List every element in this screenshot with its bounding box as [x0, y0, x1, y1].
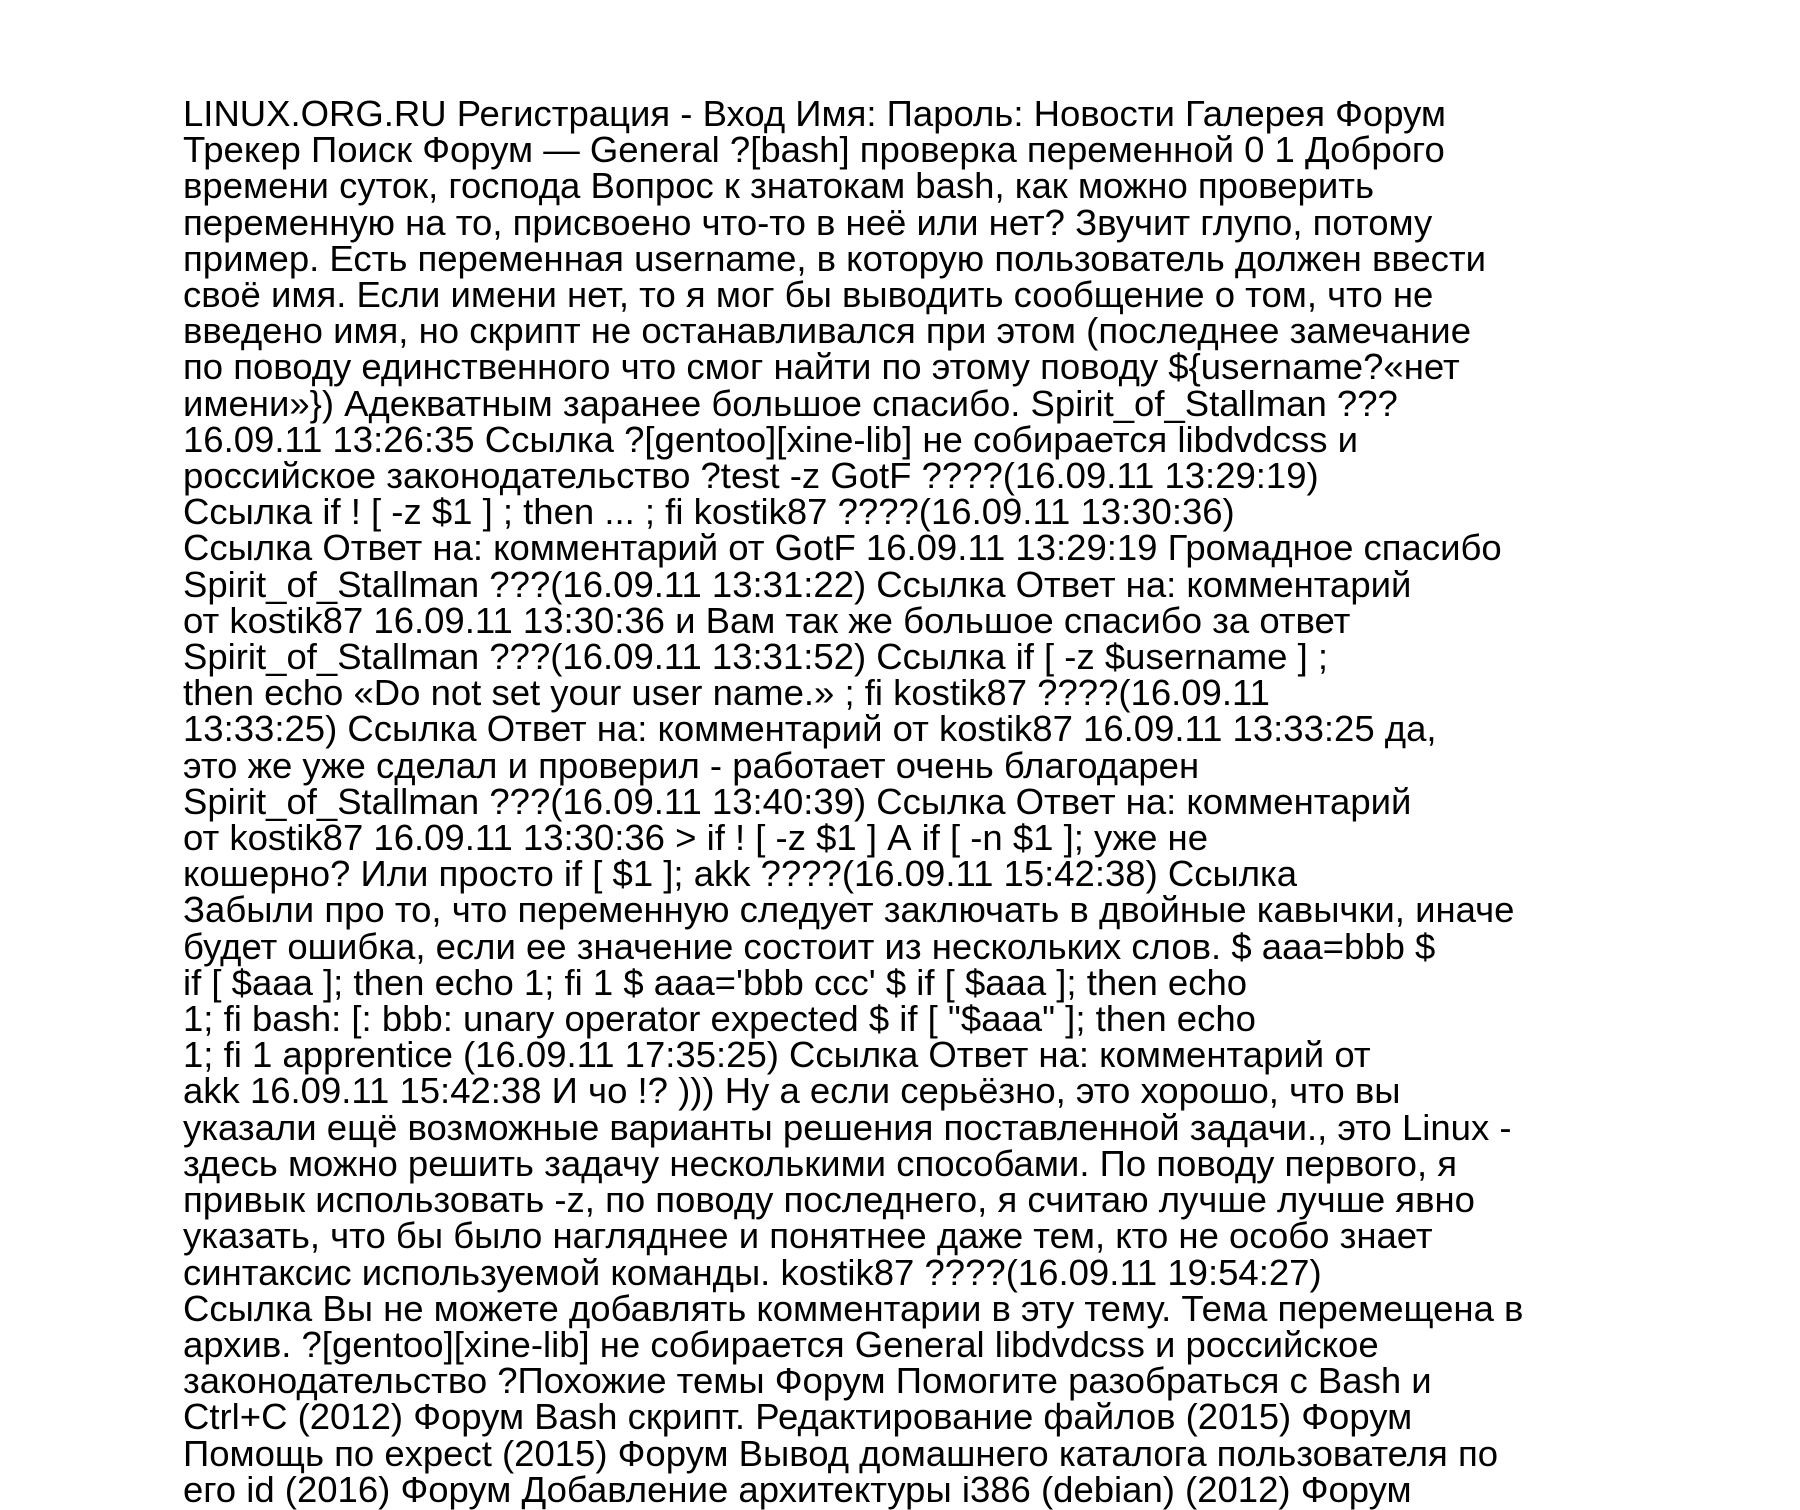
text-line: указать, что бы было нагляднее и понятне…	[183, 1215, 1433, 1257]
text-line: 1; fi 1 apprentice (16.09.11 17:35:25) С…	[183, 1034, 1371, 1076]
text-line: Помощь по expect (2015) Форум Вывод дома…	[183, 1432, 1499, 1474]
text-line: будет ошибка, если ее значение состоит и…	[183, 925, 1436, 967]
text-line: Забыли про то, что переменную следует за…	[183, 889, 1515, 931]
text-line: архив. ?[gentoo][xine-lib] не собирается…	[183, 1323, 1379, 1365]
text-line: Трекер Поиск Форум — General ?[bash] про…	[183, 129, 1445, 171]
text-line: российское законодательство ?test -z Got…	[183, 455, 1319, 497]
text-line: введено имя, но скрипт не останавливался…	[183, 310, 1471, 352]
text-line: имени»}) Адекватным заранее большое спас…	[183, 382, 1398, 424]
text-line: Ссылка if ! [ -z $1 ] ; then ... ; fi ko…	[183, 491, 1235, 533]
text-line: 1; fi bash: [: bbb: unary operator expec…	[183, 998, 1256, 1040]
text-line: Ctrl+C (2012) Форум Bash скрипт. Редакти…	[183, 1396, 1413, 1438]
text-line: кошерно? Или просто if [ $1 ]; akk ????(…	[183, 853, 1298, 895]
text-line: пример. Есть переменная username, в кото…	[183, 237, 1486, 279]
text-line: от kostik87 16.09.11 13:30:36 и Вам так …	[183, 599, 1351, 641]
text-line: then echo «Do not set your user name.» ;…	[183, 672, 1270, 714]
text-line: его id (2016) Форум Добавление архитекту…	[183, 1468, 1412, 1510]
text-line: это же уже сделал и проверил - работает …	[183, 744, 1200, 786]
text-line: времени суток, господа Вопрос к знатокам…	[183, 165, 1374, 207]
text-line: Spirit_of_Stallman ???(16.09.11 13:40:39…	[183, 780, 1412, 822]
text-line: своё имя. Если имени нет, то я мог бы вы…	[183, 274, 1434, 316]
text-line: LINUX.ORG.RU Регистрация - Вход Имя: Пар…	[183, 93, 1447, 134]
text-line: указали ещё возможные варианты решения п…	[183, 1106, 1512, 1148]
text-line: Ссылка Ответ на: комментарий от GotF 16.…	[183, 527, 1502, 569]
text-line: Ссылка Вы не можете добавлять комментари…	[183, 1287, 1524, 1329]
text-line: законодательство ?Похожие темы Форум Пом…	[183, 1360, 1432, 1402]
text-line: привык использовать -z, по поводу послед…	[183, 1179, 1475, 1221]
text-line: переменную на то, присвоено что-то в неё…	[183, 201, 1433, 243]
text-line: здесь можно решить задачу несколькими сп…	[183, 1142, 1458, 1184]
text-line: от kostik87 16.09.11 13:30:36 > if ! [ -…	[183, 817, 1208, 859]
text-line: 13:33:25) Ссылка Ответ на: комментарий о…	[183, 708, 1437, 750]
text-line: по поводу единственного что смог найти п…	[183, 346, 1460, 388]
text-line: 16.09.11 13:26:35 Ссылка ?[gentoo][xine-…	[183, 418, 1359, 460]
text-line: if [ $aaa ]; then echo 1; fi 1 $ aaa='bb…	[183, 961, 1248, 1003]
text-line: синтаксис используемой команды. kostik87…	[183, 1251, 1322, 1293]
document-text: LINUX.ORG.RU Регистрация - Вход Имя: Пар…	[183, 93, 1583, 1510]
text-line: akk 16.09.11 15:42:38 И чо !? ))) Ну а е…	[183, 1070, 1401, 1112]
text-line: Spirit_of_Stallman ???(16.09.11 13:31:52…	[183, 636, 1329, 678]
text-line: Spirit_of_Stallman ???(16.09.11 13:31:22…	[183, 563, 1412, 605]
